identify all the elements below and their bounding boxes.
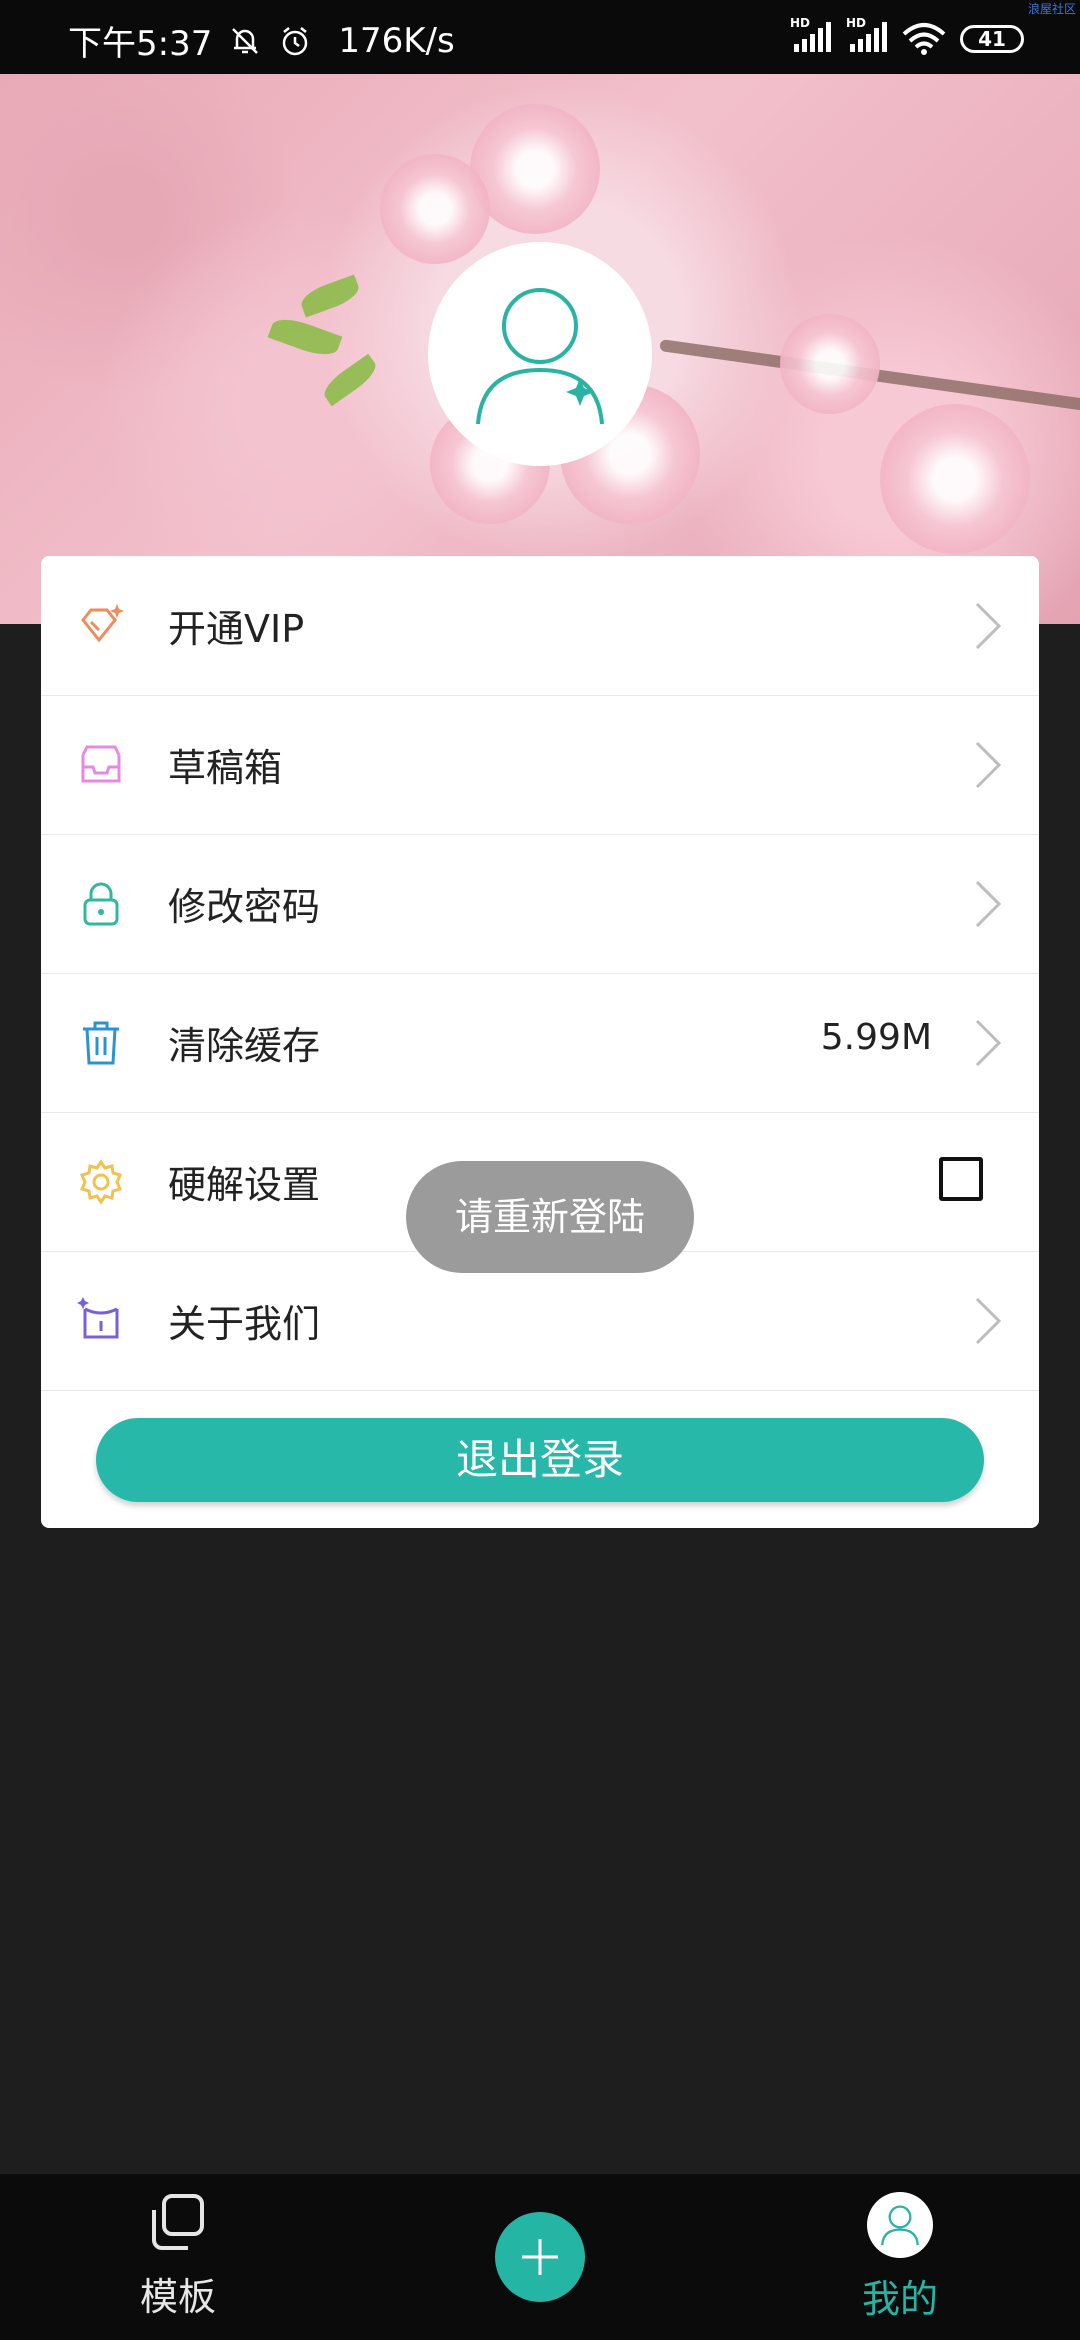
battery-level: 41 [978,27,1006,51]
menu-item-label: 硬解设置 [168,1163,321,1207]
tab-label: 我的 [861,2277,938,2321]
tab-templates[interactable]: 模板 [78,2192,278,2321]
chevron-right-icon [975,602,1002,650]
status-left: 下午5:37 176K/s [68,16,455,65]
mute-bell-icon [232,27,259,54]
trash-icon [83,1021,119,1065]
menu-item-change-password[interactable]: 修改密码 [41,834,1039,974]
menu-item-label: 关于我们 [168,1302,321,1346]
hw-decode-checkbox[interactable] [939,1157,983,1201]
diamond-icon [81,604,124,643]
cell-signal-icon [850,22,887,52]
battery-icon: 41 [960,25,1024,53]
chevron-right-icon [975,880,1002,928]
status-bar: 下午5:37 176K/s HD HD 41 浪屋社区 [0,0,1080,74]
menu-item-label: 修改密码 [168,885,321,929]
templates-icon [152,2194,204,2250]
leaf-decoration [267,312,343,362]
plus-icon [522,2239,558,2275]
blossom-decoration [880,404,1030,554]
chevron-right-icon [975,1297,1002,1345]
signal-2: HD [846,16,888,56]
user-icon [881,2205,919,2246]
user-icon [476,288,604,425]
user-avatar[interactable] [428,242,652,466]
chevron-right-icon [975,1019,1002,1067]
toast-message: 请重新登陆 [406,1161,694,1273]
menu-item-clear-cache[interactable]: 清除缓存 5.99M [41,973,1039,1113]
blossom-decoration [380,154,490,264]
chevron-right-icon [975,741,1002,789]
watermark: 浪屋社区 [1027,2,1076,16]
menu-item-label: 清除缓存 [168,1024,321,1068]
gear-icon [79,1159,123,1205]
tab-label: 模板 [139,2275,216,2319]
leaf-decoration [297,274,363,318]
lock-icon [83,882,119,926]
inbox-icon [81,745,121,783]
info-icon [77,1297,119,1339]
avatar [867,2192,933,2258]
tab-mine[interactable]: 我的 [800,2192,1000,2323]
status-time: 下午5:37 [68,24,213,64]
logout-button[interactable]: 退出登录 [96,1418,984,1502]
blossom-decoration [780,314,880,414]
bottom-nav: 模板 我的 [0,2174,1080,2340]
network-speed: 176K/s [338,20,455,61]
leaf-decoration [319,353,381,407]
add-button[interactable] [495,2212,585,2302]
menu-item-vip[interactable]: 开通VIP [41,556,1039,696]
menu-item-label: 开通VIP [168,607,305,651]
settings-card: 开通VIP 草稿箱 修改密码 清除缓存 5.99M 硬解设置 关于我们 退出登录 [41,556,1039,1528]
signal-1: HD [790,16,832,56]
cell-signal-icon [794,22,831,52]
menu-item-label: 草稿箱 [168,746,283,790]
profile-header-background [0,74,1080,624]
cache-size: 5.99M [820,1017,932,1058]
alarm-icon [283,26,308,55]
menu-item-drafts[interactable]: 草稿箱 [41,695,1039,835]
wifi-icon [902,23,946,55]
status-right: HD HD 41 [790,16,1024,56]
